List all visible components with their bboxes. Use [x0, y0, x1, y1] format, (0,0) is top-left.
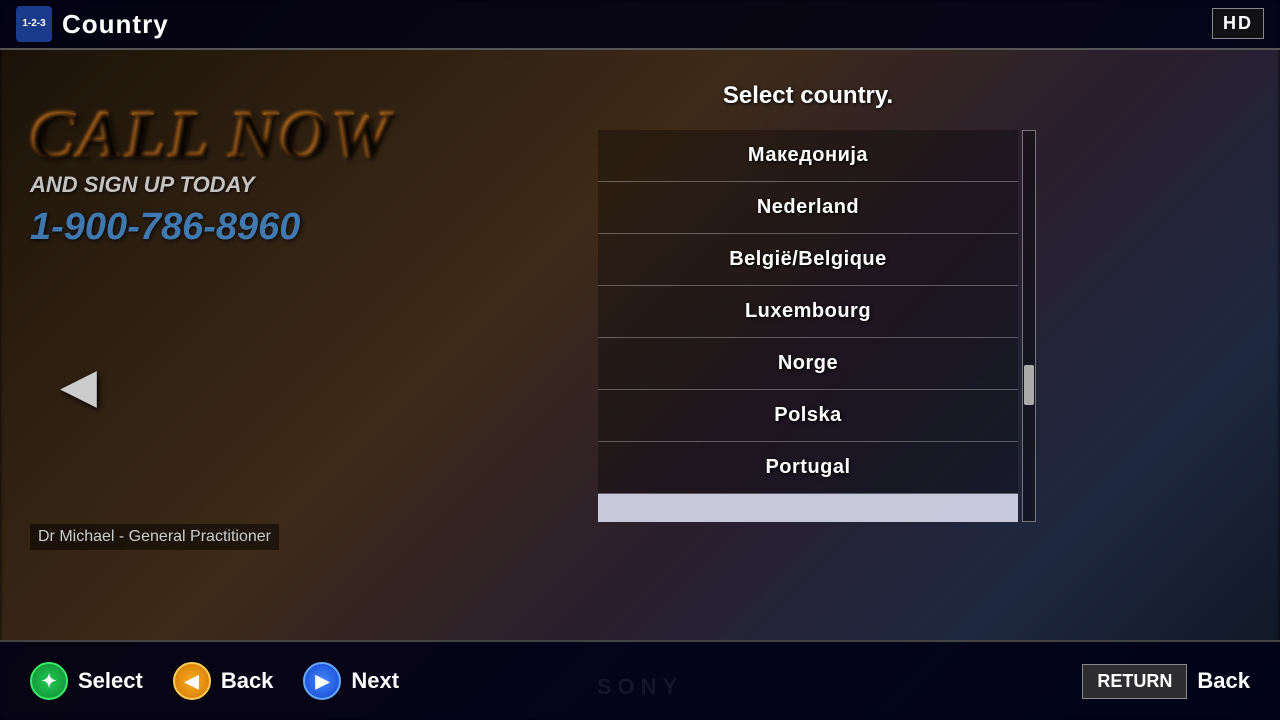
scrollbar-thumb [1024, 365, 1034, 405]
return-label: RETURN [1082, 664, 1187, 699]
page-title: Country [62, 9, 169, 40]
country-item[interactable]: Luxembourg [598, 286, 1018, 338]
left-arrow-button[interactable]: ◀ [60, 358, 97, 414]
select-icon: ✦ [30, 662, 68, 700]
back-button[interactable]: ◀ Back [173, 662, 274, 700]
country-item[interactable] [598, 494, 1018, 522]
scrollbar-track[interactable] [1022, 130, 1036, 522]
country-item[interactable]: Македонија [598, 130, 1018, 182]
country-list-container: МакедонијаNederlandBelgië/BelgiqueLuxemb… [598, 130, 1018, 522]
top-bar: 1-2-3 Country HD [0, 0, 1280, 50]
main-area: ◀ Select country. МакедонијаNederlandBel… [0, 52, 1280, 720]
country-header: Select country. [598, 82, 1018, 110]
country-item[interactable]: Polska [598, 390, 1018, 442]
country-list: МакедонијаNederlandBelgië/BelgiqueLuxemb… [598, 130, 1018, 522]
country-panel: Select country. МакедонијаNederlandBelgi… [598, 82, 1018, 522]
country-item[interactable]: Nederland [598, 182, 1018, 234]
hd-badge: HD [1212, 8, 1264, 39]
bottom-bar: ✦ Select ◀ Back ▶ Next RETURN Back [0, 640, 1280, 720]
country-item[interactable]: België/Belgique [598, 234, 1018, 286]
return-text: Back [1197, 668, 1250, 694]
next-label: Next [351, 668, 399, 694]
next-icon: ▶ [303, 662, 341, 700]
back-label: Back [221, 668, 274, 694]
next-button[interactable]: ▶ Next [303, 662, 399, 700]
logo-icon: 1-2-3 [16, 6, 52, 42]
return-button[interactable]: RETURN Back [1082, 664, 1250, 699]
select-label: Select [78, 668, 143, 694]
app-logo: 1-2-3 Country [16, 6, 169, 42]
back-icon: ◀ [173, 662, 211, 700]
country-item[interactable]: Portugal [598, 442, 1018, 494]
country-item[interactable]: Norge [598, 338, 1018, 390]
select-button[interactable]: ✦ Select [30, 662, 143, 700]
